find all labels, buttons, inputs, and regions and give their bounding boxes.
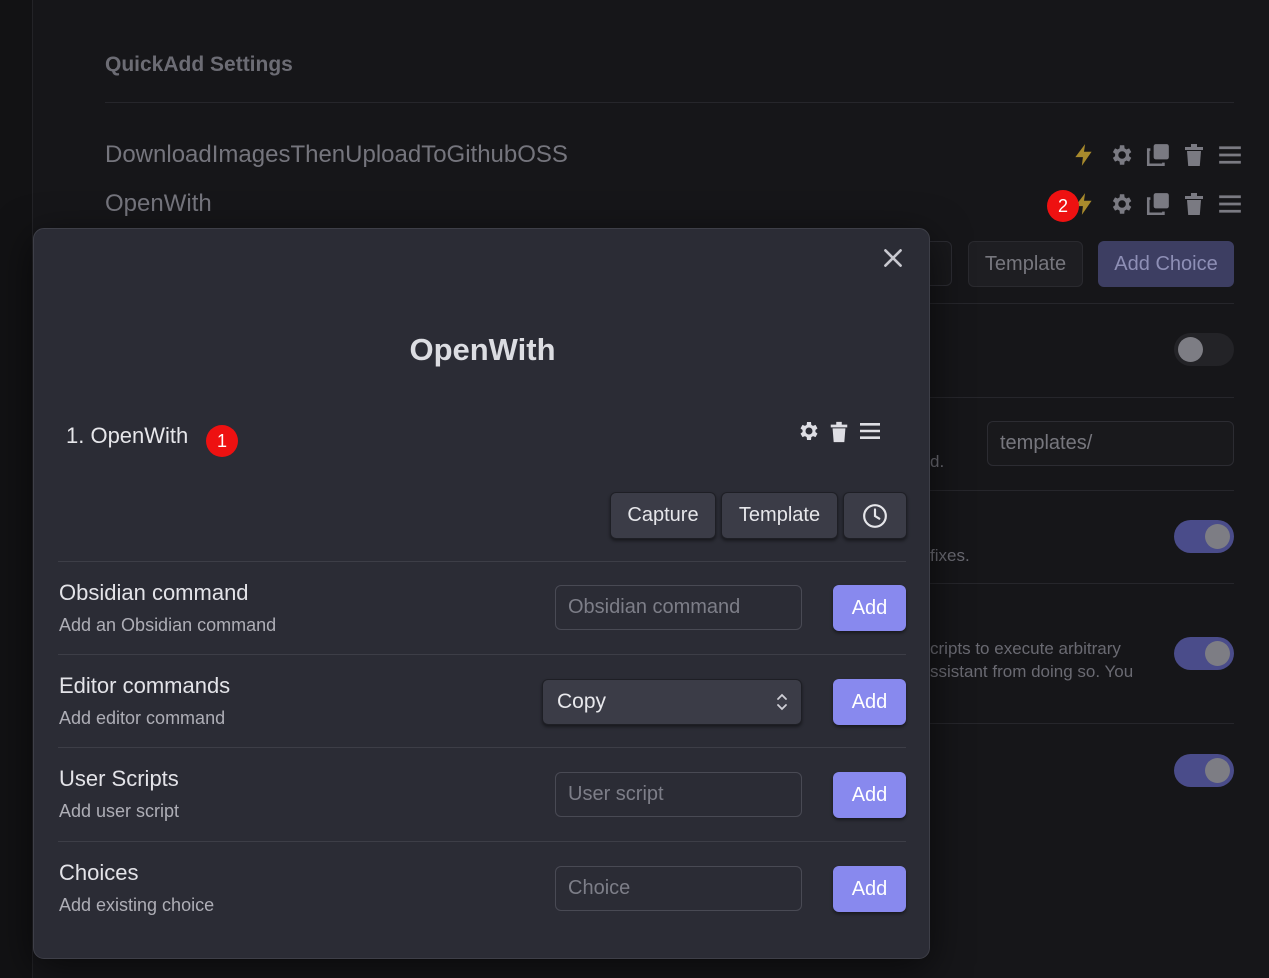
trash-icon[interactable] <box>828 419 850 445</box>
gear-icon[interactable] <box>1108 142 1134 168</box>
modal-title: OpenWith <box>409 332 556 367</box>
add-choice-to-macro-button[interactable]: Add <box>833 866 906 912</box>
toggle-knob <box>1178 337 1203 362</box>
setting-toggle[interactable] <box>1174 333 1234 366</box>
drag-handle-icon[interactable] <box>858 419 882 443</box>
setting-user-scripts: User Scripts Add user script User script… <box>58 747 906 841</box>
left-sidebar <box>0 0 33 978</box>
template-button[interactable]: Template <box>721 492 838 539</box>
setting-description: Add an Obsidian command <box>59 615 277 635</box>
setting-description: Add editor command <box>59 708 226 728</box>
gear-icon[interactable] <box>1108 191 1134 217</box>
template-type-button[interactable]: Template <box>968 241 1083 287</box>
setting-name: User Scripts <box>59 766 179 791</box>
obsidian-command-input[interactable]: Obsidian command <box>555 585 802 630</box>
setting-obsidian-command: Obsidian command Add an Obsidian command… <box>58 561 906 654</box>
gear-icon[interactable] <box>796 419 820 443</box>
setting-editor-commands: Editor commands Add editor command Copy … <box>58 654 906 747</box>
choice-name: DownloadImagesThenUploadToGithubOSS <box>105 141 568 168</box>
drag-handle-icon[interactable] <box>1217 191 1243 217</box>
wait-button[interactable] <box>843 492 907 539</box>
choice-row-actions <box>1071 190 1243 218</box>
setting-description-fragment: ssistant from doing so. You <box>930 662 1134 681</box>
setting-toggle[interactable] <box>1174 754 1234 787</box>
setting-toggle[interactable] <box>1174 520 1234 553</box>
add-editor-command-button[interactable]: Add <box>833 679 906 725</box>
choice-input[interactable]: Choice <box>555 866 802 911</box>
toggle-knob <box>1205 758 1230 783</box>
setting-name: Choices <box>59 860 139 885</box>
toggle-knob <box>1205 641 1230 666</box>
setting-name: Editor commands <box>59 673 231 698</box>
template-folder-input[interactable]: templates/ <box>987 421 1234 466</box>
editor-command-select[interactable]: Copy <box>542 679 802 725</box>
divider <box>105 102 1234 103</box>
trash-icon[interactable] <box>1182 142 1206 168</box>
choice-row-actions <box>1071 141 1243 169</box>
annotation-badge: 2 <box>1047 190 1079 222</box>
command-type-buttons: Capture Template <box>610 492 907 539</box>
command-item-actions <box>796 419 882 445</box>
setting-description-fragment: fixes. <box>930 546 970 565</box>
setting-name: Obsidian command <box>59 580 249 605</box>
setting-choices: Choices Add existing choice Choice Add <box>58 841 906 935</box>
add-obsidian-command-button[interactable]: Add <box>833 585 906 631</box>
drag-handle-icon[interactable] <box>1217 142 1243 168</box>
choice-name: OpenWith <box>105 190 212 217</box>
command-list-item: 1. OpenWith <box>66 423 189 448</box>
duplicate-icon[interactable] <box>1145 142 1171 168</box>
clock-icon <box>863 503 887 528</box>
capture-button[interactable]: Capture <box>610 492 716 539</box>
chevron-up-down-icon <box>777 693 787 711</box>
setting-description: Add user script <box>59 801 180 821</box>
setting-description: Add existing choice <box>59 895 215 915</box>
settings-heading: QuickAdd Settings <box>105 53 293 76</box>
setting-description-fragment: cripts to execute arbitrary <box>930 639 1121 658</box>
user-script-input[interactable]: User script <box>555 772 802 817</box>
select-value: Copy <box>557 690 607 713</box>
setting-description-fragment: d. <box>930 452 945 471</box>
add-choice-button[interactable]: Add Choice <box>1098 241 1234 287</box>
trash-icon[interactable] <box>1182 191 1206 217</box>
duplicate-icon[interactable] <box>1145 191 1171 217</box>
add-user-script-button[interactable]: Add <box>833 772 906 818</box>
macro-builder-modal: OpenWith 1. OpenWith 1 Capture Template … <box>33 228 930 959</box>
annotation-badge: 1 <box>206 425 238 457</box>
toggle-knob <box>1205 524 1230 549</box>
setting-toggle[interactable] <box>1174 637 1234 670</box>
lightning-icon[interactable] <box>1071 141 1097 169</box>
close-icon[interactable] <box>880 245 906 271</box>
